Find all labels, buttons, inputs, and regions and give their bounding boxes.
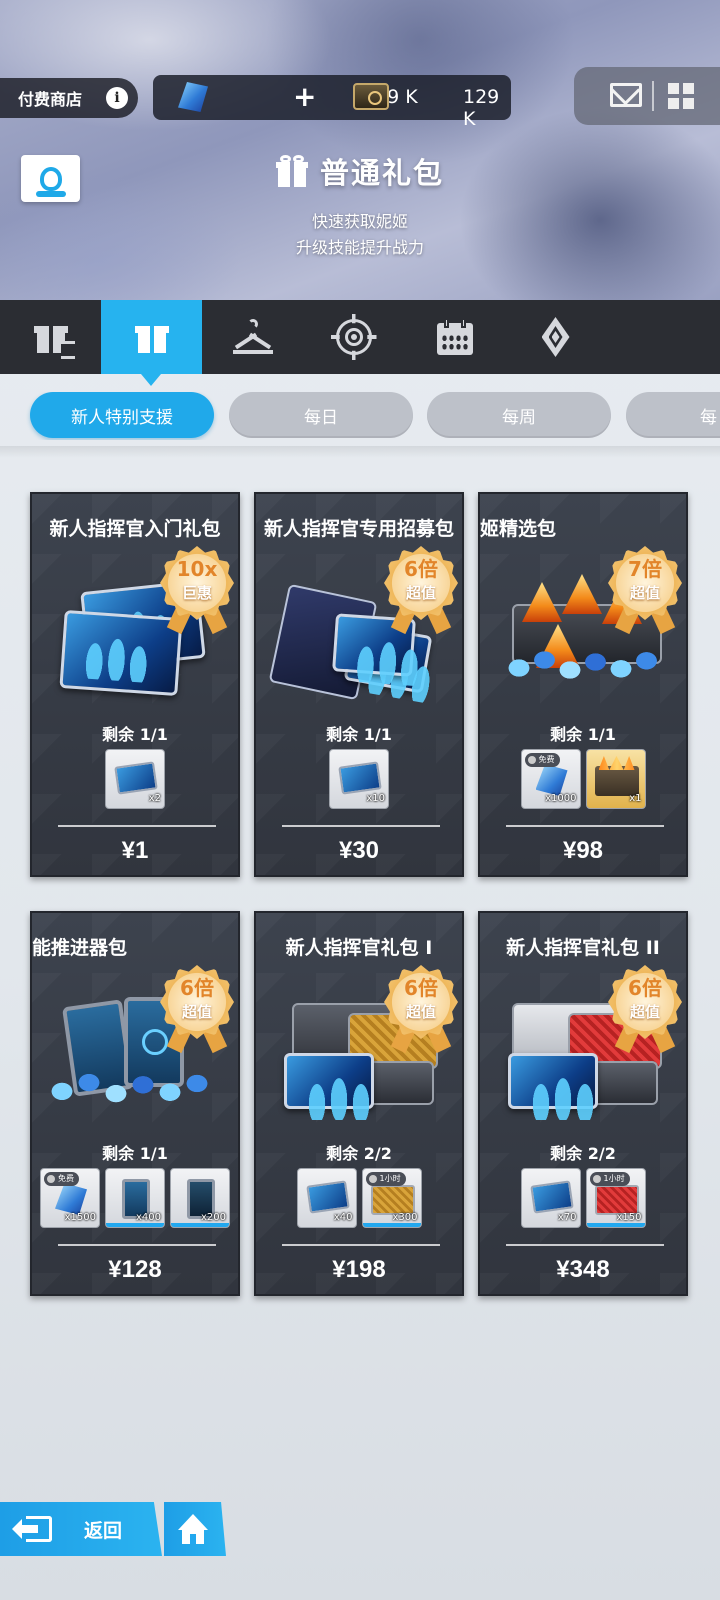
divider <box>58 825 216 827</box>
product-card[interactable]: 新人指挥官专用招募包 6倍 超值 剩余 1/1 x10 ¥30 <box>254 492 464 877</box>
ticket-amount: 129 K <box>463 86 500 130</box>
product-title: 能推进器包 <box>32 937 128 959</box>
gift-icon <box>275 155 308 187</box>
gift-icon <box>132 317 172 357</box>
tab-target[interactable] <box>303 300 404 374</box>
shop-label: 付费商店 i <box>0 78 138 118</box>
price-button[interactable]: ¥198 <box>256 1256 462 1284</box>
grid-menu-icon[interactable] <box>668 83 694 109</box>
tablet-icon[interactable]: x400 <box>105 1168 165 1228</box>
red-case-icon[interactable]: 1小时 x150 <box>585 1168 646 1228</box>
reward-items: 免费 x1000 x1 <box>480 749 686 809</box>
reward-items: x2 <box>32 749 238 809</box>
product-card[interactable]: 新人指挥官入门礼包 10x 巨惠 剩余 1/1 x2 ¥1 <box>30 492 240 877</box>
tab-normal-gifts[interactable] <box>101 300 202 386</box>
value-badge: 6倍 超值 <box>160 965 234 1054</box>
gem-icon[interactable]: 免费 x1000 <box>520 749 581 809</box>
shop-label-text: 付费商店 <box>18 90 83 109</box>
product-title: 新人指挥官专用招募包 <box>263 518 454 540</box>
gem-icon <box>178 82 208 112</box>
remaining-count: 剩余 2/2 <box>550 1144 616 1163</box>
product-title: 新人指挥官礼包 I <box>285 937 433 959</box>
reward-items: x70 1小时 x150 <box>480 1168 686 1228</box>
gift-timer-icon <box>31 317 75 359</box>
product-card[interactable]: 姬精选包 7倍 超值 剩余 1/1 免费 x1000 x1 ¥98 <box>478 492 688 877</box>
tab-costumes[interactable] <box>202 300 303 374</box>
divider <box>506 825 664 827</box>
price-button[interactable]: ¥1 <box>32 837 238 865</box>
price-button[interactable]: ¥30 <box>256 837 462 865</box>
value-badge: 10x 巨惠 <box>160 546 234 635</box>
recruit-card-icon[interactable]: x2 <box>105 749 165 809</box>
value-badge: 6倍 超值 <box>608 965 682 1054</box>
subtab-weekly[interactable]: 每周 <box>427 392 611 438</box>
divider <box>282 1244 440 1246</box>
gold-case-icon[interactable]: 1小时 x300 <box>361 1168 422 1228</box>
info-icon[interactable]: i <box>106 87 128 109</box>
remaining-count: 剩余 1/1 <box>326 725 392 744</box>
price-button[interactable]: ¥98 <box>480 837 686 865</box>
remaining-count: 剩余 1/1 <box>102 725 168 744</box>
price-button[interactable]: ¥128 <box>32 1256 238 1284</box>
tab-calendar[interactable] <box>404 300 505 374</box>
product-title: 新人指挥官礼包 II <box>506 937 660 959</box>
tab-limited-gifts[interactable] <box>0 300 101 374</box>
ticket-icon <box>353 83 389 110</box>
value-badge: 6倍 超值 <box>384 546 458 635</box>
home-button[interactable] <box>164 1502 226 1556</box>
subtitle-line-1: 快速获取妮姬 <box>311 212 408 231</box>
tab-pass[interactable] <box>505 300 606 374</box>
sub-tabs: 新人特别支援 每日 每周 每 <box>0 392 720 440</box>
product-title: 姬精选包 <box>480 518 557 540</box>
recruit-card-icon[interactable]: x10 <box>329 749 389 809</box>
product-card[interactable]: 新人指挥官礼包 II 6倍 超值 剩余 2/2 x70 1小时 x150 ¥34… <box>478 911 688 1296</box>
remaining-count: 剩余 1/1 <box>550 725 616 744</box>
back-button[interactable]: 返回 <box>0 1502 162 1556</box>
back-button-label: 返回 <box>84 1520 123 1542</box>
product-card[interactable]: 能推进器包 6倍 超值 剩余 1/1 免费 x1500 x400 x200 ¥1… <box>30 911 240 1296</box>
recruit-card-icon[interactable]: x70 <box>520 1168 581 1228</box>
divider <box>506 1244 664 1246</box>
reward-items: x40 1小时 x300 <box>256 1168 462 1228</box>
target-icon <box>330 314 377 360</box>
reward-items: x10 <box>256 749 462 809</box>
page-title-text: 普通礼包 <box>319 156 444 190</box>
product-card[interactable]: 新人指挥官礼包 I 6倍 超值 剩余 2/2 x40 1小时 x300 ¥198 <box>254 911 464 1296</box>
divider <box>282 825 440 827</box>
divider <box>0 446 720 458</box>
remaining-count: 剩余 2/2 <box>326 1144 392 1163</box>
price-button[interactable]: ¥348 <box>480 1256 686 1284</box>
reward-items: 免费 x1500 x400 x200 <box>32 1168 238 1228</box>
diamond-icon <box>536 317 576 357</box>
subtab-newbie-support[interactable]: 新人特别支援 <box>30 392 214 438</box>
mail-icon[interactable] <box>610 83 642 107</box>
subtab-monthly[interactable]: 每 <box>626 392 720 438</box>
chest-icon[interactable]: x1 <box>585 749 646 809</box>
product-title: 新人指挥官入门礼包 <box>49 518 221 540</box>
category-tabbar <box>0 300 720 386</box>
subtitle-line-2: 升级技能提升战力 <box>295 238 424 257</box>
divider <box>58 1244 216 1246</box>
add-gems-button[interactable]: + <box>293 80 316 113</box>
tablet-dark-icon[interactable]: x200 <box>170 1168 230 1228</box>
value-badge: 6倍 超值 <box>384 965 458 1054</box>
page-title: 普通礼包 <box>0 150 720 192</box>
subtab-daily[interactable]: 每日 <box>229 392 413 438</box>
gem-icon[interactable]: 免费 x1500 <box>40 1168 100 1228</box>
calendar-icon <box>435 317 475 357</box>
hanger-icon <box>232 317 273 357</box>
value-badge: 7倍 超值 <box>608 546 682 635</box>
arrow-left-icon <box>12 1519 38 1539</box>
currency-bar: 159 K + 129 K <box>153 75 511 130</box>
top-right-menu <box>574 67 720 125</box>
divider <box>652 81 654 111</box>
recruit-card-icon[interactable]: x40 <box>296 1168 357 1228</box>
remaining-count: 剩余 1/1 <box>102 1144 168 1163</box>
